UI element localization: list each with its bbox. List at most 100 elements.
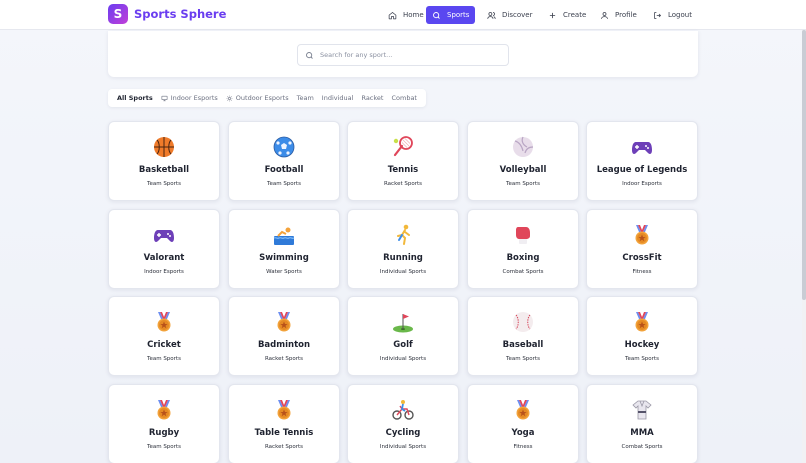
- scrollbar[interactable]: [802, 30, 806, 463]
- plus-icon: [549, 12, 556, 18]
- sport-category: Indoor Esports: [622, 181, 662, 187]
- sport-category: Team Sports: [147, 444, 181, 450]
- nav-profile-label: Profile: [615, 11, 637, 19]
- home-icon: [388, 11, 397, 19]
- medal-icon: [151, 309, 177, 335]
- brand-name: Sports Sphere: [134, 7, 227, 21]
- search-panel: [108, 31, 698, 77]
- sport-category: Individual Sports: [379, 444, 427, 450]
- filter-racket[interactable]: Racket: [357, 91, 387, 105]
- sport-card-basketball[interactable]: Basketball Team Sports: [108, 121, 220, 201]
- sport-card-golf[interactable]: Golf Individual Sports: [347, 296, 459, 376]
- sport-name: Basketball: [138, 165, 190, 175]
- nav-profile[interactable]: Profile: [594, 6, 643, 24]
- sport-card-hockey[interactable]: Hockey Team Sports: [586, 296, 698, 376]
- sport-name: MMA: [630, 428, 654, 438]
- sport-category: Combat Sports: [502, 269, 544, 275]
- sport-card-valorant[interactable]: Valorant Indoor Esports: [108, 209, 220, 289]
- sport-category: Team Sports: [506, 181, 540, 187]
- swimmer-icon: [271, 222, 297, 248]
- filter-label: Indoor Esports: [170, 94, 218, 102]
- filter-label: All Sports: [117, 94, 153, 102]
- sport-name: CrossFit: [622, 253, 662, 263]
- sport-category: Combat Sports: [621, 444, 663, 450]
- sport-card-league-of-legends[interactable]: League of Legends Indoor Esports: [586, 121, 698, 201]
- brand[interactable]: S Sports Sphere: [108, 4, 226, 24]
- logout-icon: [654, 11, 662, 19]
- sport-card-running[interactable]: Running Individual Sports: [347, 209, 459, 289]
- nav-logout[interactable]: Logout: [647, 6, 698, 24]
- sport-name: Table Tennis: [254, 428, 314, 438]
- medal-icon: [629, 222, 655, 248]
- sport-category: Racket Sports: [264, 444, 303, 450]
- nav-logout-label: Logout: [668, 11, 692, 19]
- sport-card-tennis[interactable]: Tennis Racket Sports: [347, 121, 459, 201]
- filter-label: Combat: [391, 94, 417, 102]
- filter-indoor-esports[interactable]: Indoor Esports: [157, 91, 222, 105]
- sport-category: Individual Sports: [379, 269, 427, 275]
- sport-card-cycling[interactable]: Cycling Individual Sports: [347, 384, 459, 463]
- filter-team[interactable]: Team: [293, 91, 318, 105]
- nav-discover[interactable]: Discover: [481, 6, 538, 24]
- sport-name: Cricket: [147, 340, 181, 350]
- volleyball-icon: [510, 134, 536, 160]
- sport-category: Team Sports: [147, 181, 181, 187]
- search-icon: [306, 51, 313, 59]
- nav-create[interactable]: Create: [542, 6, 592, 24]
- sport-name: Boxing: [506, 253, 540, 263]
- sport-category: Fitness: [632, 269, 652, 275]
- filter-label: Team: [296, 94, 314, 102]
- sport-category: Team Sports: [147, 356, 181, 362]
- sport-card-badminton[interactable]: Badminton Racket Sports: [228, 296, 340, 376]
- martial-arts-uniform-icon: [629, 397, 655, 423]
- sport-card-volleyball[interactable]: Volleyball Team Sports: [467, 121, 579, 201]
- nav-home-label: Home: [403, 11, 424, 19]
- sport-card-mma[interactable]: MMA Combat Sports: [586, 384, 698, 463]
- sport-name: League of Legends: [596, 165, 688, 175]
- brand-logo: S: [108, 4, 128, 24]
- sport-name: Football: [264, 165, 304, 175]
- filter-individual[interactable]: Individual: [318, 91, 358, 105]
- sport-category: Racket Sports: [383, 181, 422, 187]
- sport-name: Yoga: [511, 428, 535, 438]
- sport-card-swimming[interactable]: Swimming Water Sports: [228, 209, 340, 289]
- filter-label: Individual: [321, 94, 354, 102]
- sport-card-baseball[interactable]: Baseball Team Sports: [467, 296, 579, 376]
- nav-create-label: Create: [563, 11, 587, 19]
- sport-name: Rugby: [148, 428, 180, 438]
- filter-all-sports[interactable]: All Sports: [113, 91, 157, 105]
- sport-category: Indoor Esports: [144, 269, 184, 275]
- basketball-icon: [151, 134, 177, 160]
- sport-card-yoga[interactable]: Yoga Fitness: [467, 384, 579, 463]
- filter-label: Outdoor Esports: [235, 94, 289, 102]
- sport-category: Team Sports: [625, 356, 659, 362]
- medal-icon: [271, 309, 297, 335]
- sport-card-table-tennis[interactable]: Table Tennis Racket Sports: [228, 384, 340, 463]
- search-input[interactable]: [320, 51, 500, 59]
- sport-category: Team Sports: [506, 356, 540, 362]
- sport-card-rugby[interactable]: Rugby Team Sports: [108, 384, 220, 463]
- sport-category: Fitness: [513, 444, 533, 450]
- nav-home[interactable]: Home: [382, 6, 430, 24]
- sport-name: Swimming: [259, 253, 309, 263]
- boxing-glove-icon: [510, 222, 536, 248]
- sport-card-football[interactable]: Football Team Sports: [228, 121, 340, 201]
- medal-icon: [510, 397, 536, 423]
- search-icon: [433, 11, 440, 19]
- search-box[interactable]: [297, 44, 509, 66]
- sun-icon: [226, 95, 233, 101]
- sport-category: Water Sports: [266, 269, 302, 275]
- navbar: S Sports Sphere Home Sports Discover Cre…: [0, 0, 806, 30]
- medal-icon: [151, 397, 177, 423]
- sport-card-cricket[interactable]: Cricket Team Sports: [108, 296, 220, 376]
- cyclist-icon: [390, 397, 416, 423]
- filter-outdoor-esports[interactable]: Outdoor Esports: [222, 91, 293, 105]
- sport-name: Hockey: [624, 340, 660, 350]
- tennis-racket-icon: [390, 134, 416, 160]
- filter-combat[interactable]: Combat: [387, 91, 421, 105]
- sport-card-boxing[interactable]: Boxing Combat Sports: [467, 209, 579, 289]
- sport-card-crossfit[interactable]: CrossFit Fitness: [586, 209, 698, 289]
- nav-sports[interactable]: Sports: [426, 6, 476, 24]
- scrollbar-thumb[interactable]: [802, 30, 806, 300]
- user-icon: [601, 11, 608, 19]
